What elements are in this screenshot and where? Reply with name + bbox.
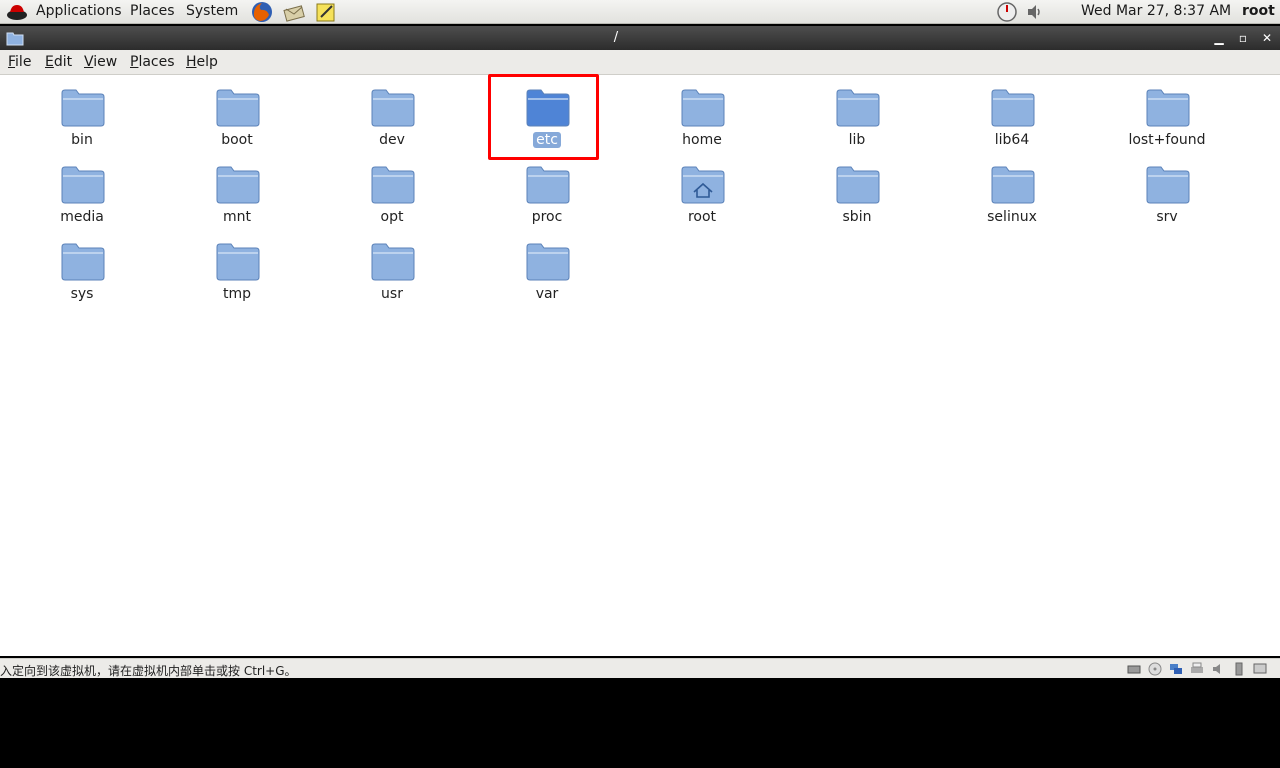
system-menu[interactable]: System: [186, 3, 238, 19]
folder-item[interactable]: mnt: [172, 152, 302, 226]
folder-label: proc: [531, 209, 563, 225]
help-menu[interactable]: Help: [186, 54, 218, 70]
icon-view[interactable]: bin boot dev etc home lib lib64 lost+found media…: [0, 75, 1280, 656]
folder-label: lost+found: [1128, 132, 1206, 148]
folder-label: sys: [70, 286, 94, 302]
hard-disk-icon[interactable]: [1127, 662, 1141, 676]
folder-icon: [61, 243, 105, 281]
firefox-icon[interactable]: [251, 1, 273, 23]
menu-bar: File Edit View Places Help: [0, 50, 1280, 75]
folder-item[interactable]: sbin: [792, 152, 922, 226]
folder-icon: [371, 243, 415, 281]
folder-icon: [216, 166, 260, 204]
folder-item[interactable]: boot: [172, 75, 302, 149]
network-adapter-icon[interactable]: [1169, 662, 1183, 676]
folder-item[interactable]: usr: [327, 229, 457, 303]
folder-icon: [1146, 89, 1190, 127]
status-message: 入定向到该虚拟机，请在虚拟机内部单击或按 Ctrl+G。: [0, 664, 297, 678]
window-title: /: [613, 30, 619, 45]
folder-label: usr: [381, 286, 403, 302]
folder-item[interactable]: media: [17, 152, 147, 226]
folder-item[interactable]: selinux: [947, 152, 1077, 226]
folder-label: bin: [71, 132, 93, 148]
status-bar: 入定向到该虚拟机，请在虚拟机内部单击或按 Ctrl+G。: [0, 658, 1280, 678]
folder-icon: [371, 89, 415, 127]
folder-label: var: [535, 286, 559, 302]
folder-item[interactable]: proc: [482, 152, 612, 226]
usb-device-icon[interactable]: [1232, 662, 1246, 676]
edit-menu[interactable]: Edit: [45, 54, 72, 70]
folder-label: sbin: [842, 209, 872, 225]
user-name[interactable]: root: [1242, 3, 1275, 19]
folder-label: dev: [379, 132, 405, 148]
file-menu[interactable]: File: [8, 54, 31, 70]
folder-item[interactable]: root: [637, 152, 767, 226]
folder-icon: [681, 89, 725, 127]
folder-item[interactable]: tmp: [172, 229, 302, 303]
folder-item[interactable]: dev: [327, 75, 457, 149]
folder-label: root: [687, 209, 717, 225]
redhat-logo-icon[interactable]: [6, 1, 28, 23]
folder-icon: [836, 89, 880, 127]
mail-icon[interactable]: [283, 1, 305, 23]
folder-label: boot: [221, 132, 253, 148]
maximize-button[interactable]: ▫: [1235, 30, 1251, 46]
folder-icon: [216, 89, 260, 127]
cd-drive-icon[interactable]: [1148, 662, 1162, 676]
applications-menu[interactable]: Applications: [36, 3, 122, 19]
folder-item[interactable]: opt: [327, 152, 457, 226]
home-folder-icon: [681, 166, 725, 204]
folder-label: media: [60, 209, 104, 225]
places-menu[interactable]: Places: [130, 3, 175, 19]
folder-icon: [371, 166, 415, 204]
folder-label: selinux: [987, 209, 1037, 225]
folder-icon: [526, 166, 570, 204]
vm-bottom-area: [0, 678, 1280, 768]
window-title-bar[interactable]: / ▁ ▫ ✕: [0, 26, 1280, 50]
folder-item[interactable]: lib64: [947, 75, 1077, 149]
clock[interactable]: Wed Mar 27, 8:37 AM: [1081, 3, 1231, 19]
folder-label: mnt: [223, 209, 251, 225]
folder-icon: [61, 166, 105, 204]
folder-item[interactable]: var: [482, 229, 612, 303]
folder-icon: [526, 243, 570, 281]
notes-editor-icon[interactable]: [315, 1, 337, 23]
folder-icon: [1146, 166, 1190, 204]
folder-icon: [216, 243, 260, 281]
folder-label: lib64: [994, 132, 1030, 148]
folder-icon: [991, 89, 1035, 127]
folder-label: lib: [848, 132, 866, 148]
folder-item[interactable]: home: [637, 75, 767, 149]
close-button[interactable]: ✕: [1259, 30, 1275, 46]
printer-icon[interactable]: [1190, 662, 1204, 676]
sound-device-icon[interactable]: [1211, 662, 1225, 676]
folder-item[interactable]: bin: [17, 75, 147, 149]
places-menu-item[interactable]: Places: [130, 54, 175, 70]
folder-item[interactable]: lib: [792, 75, 922, 149]
volume-icon[interactable]: [1024, 1, 1046, 23]
selection-highlight-box: [488, 74, 599, 160]
folder-icon: [836, 166, 880, 204]
folder-label: tmp: [222, 286, 251, 302]
folder-icon: [991, 166, 1035, 204]
minimize-button[interactable]: ▁: [1211, 30, 1227, 46]
folder-item[interactable]: srv: [1102, 152, 1232, 226]
folder-icon: [61, 89, 105, 127]
folder-label: srv: [1156, 209, 1178, 225]
folder-item[interactable]: sys: [17, 229, 147, 303]
display-icon[interactable]: [1253, 662, 1267, 676]
folder-label: opt: [380, 209, 404, 225]
folder-item[interactable]: lost+found: [1102, 75, 1232, 149]
network-monitor-icon[interactable]: [996, 1, 1018, 23]
top-panel: Applications Places System Wed Mar 27, 8…: [0, 0, 1280, 24]
folder-label: home: [682, 132, 722, 148]
view-menu[interactable]: View: [84, 54, 117, 70]
